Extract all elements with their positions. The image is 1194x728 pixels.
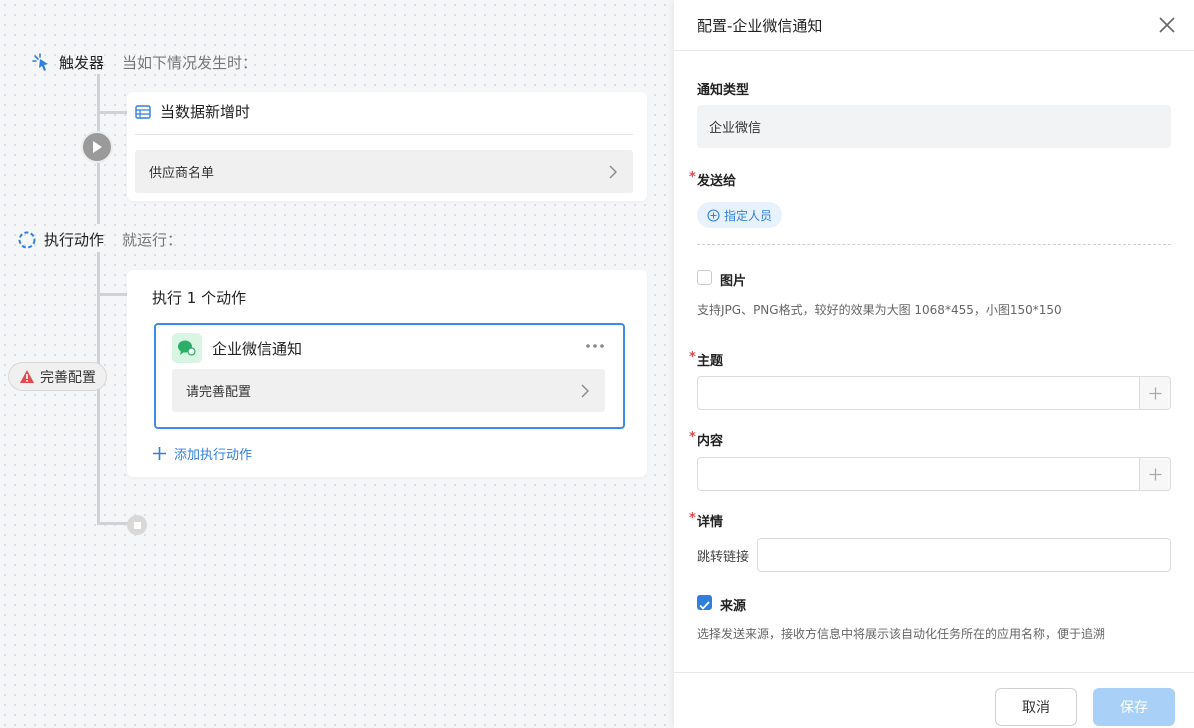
connector-line — [97, 522, 129, 525]
trigger-card-title: 当数据新增时 — [160, 103, 251, 121]
cancel-button[interactable]: 取消 — [995, 688, 1077, 726]
image-checkbox[interactable] — [697, 270, 712, 285]
assign-person-label: 指定人员 — [724, 208, 773, 223]
plus-icon — [152, 446, 167, 461]
image-hint: 支持JPG、PNG格式，较好的效果为大图 1068*455，小图150*150 — [697, 303, 1062, 317]
required-mark: * — [689, 430, 696, 445]
content-input[interactable] — [697, 457, 1171, 491]
content-label: 内容 — [697, 434, 724, 449]
plus-icon — [1149, 468, 1162, 481]
panel-footer: 取消 保存 — [674, 672, 1194, 728]
action-title: 执行动作 — [44, 231, 105, 249]
save-button[interactable]: 保存 — [1093, 688, 1175, 726]
jump-link-input[interactable] — [757, 538, 1171, 572]
subject-label: 主题 — [697, 354, 724, 369]
more-icon[interactable] — [585, 339, 605, 349]
connector-line — [97, 111, 127, 114]
play-icon — [91, 140, 103, 154]
trigger-label: 触发器 当如下情况发生时： — [32, 52, 257, 73]
notify-type-label: 通知类型 — [697, 83, 750, 98]
notify-type-value: 企业微信 — [697, 105, 1171, 148]
action-subtitle: 就运行： — [122, 231, 183, 249]
data-source-row[interactable]: 供应商名单 — [135, 150, 633, 193]
assign-person-button[interactable]: 指定人员 — [697, 202, 783, 228]
wechat-notify-title: 企业微信通知 — [212, 340, 303, 358]
divider — [135, 134, 633, 135]
required-mark: * — [689, 170, 696, 185]
loading-icon — [17, 230, 37, 250]
source-label: 来源 — [720, 599, 747, 614]
source-checkbox[interactable] — [697, 595, 712, 610]
data-source-label: 供应商名单 — [149, 166, 215, 181]
trigger-card[interactable]: 当数据新增时 供应商名单 — [127, 92, 647, 201]
complete-config-row-label: 请完善配置 — [186, 385, 252, 400]
plus-icon — [1149, 387, 1162, 400]
check-icon — [699, 598, 710, 610]
panel-title: 配置-企业微信通知 — [697, 16, 823, 35]
insert-field-button[interactable] — [1139, 458, 1170, 490]
required-mark: * — [689, 350, 696, 365]
subject-input[interactable] — [697, 376, 1171, 410]
connector-line — [97, 293, 127, 296]
chevron-right-icon — [609, 165, 619, 179]
insert-field-button[interactable] — [1139, 377, 1170, 409]
trigger-subtitle: 当如下情况发生时： — [122, 54, 258, 72]
plus-circle-icon — [707, 208, 720, 222]
complete-config-row[interactable]: 请完善配置 — [172, 369, 605, 412]
cursor-click-icon — [32, 52, 52, 73]
warning-icon — [19, 369, 35, 384]
close-icon[interactable] — [1158, 16, 1176, 34]
complete-config-badge[interactable]: 完善配置 — [8, 362, 107, 391]
required-mark: * — [689, 511, 696, 526]
end-node — [127, 515, 147, 535]
trigger-card-header: 当数据新增时 — [135, 101, 250, 122]
action-label: 执行动作 就运行： — [17, 229, 182, 250]
wechat-notify-action[interactable]: 企业微信通知 请完善配置 — [154, 323, 625, 429]
table-icon — [135, 104, 151, 120]
action-card-title: 执行 1 个动作 — [152, 289, 247, 307]
send-to-label: 发送给 — [697, 174, 737, 189]
config-panel: 配置-企业微信通知 通知类型 企业微信 * 发送给 指定人员 图片 支持JPG、… — [674, 0, 1194, 728]
detail-label: 详情 — [697, 515, 724, 530]
add-action-button[interactable]: 添加执行动作 — [152, 444, 252, 463]
notify-type-text: 企业微信 — [709, 121, 762, 136]
flow-canvas: 触发器 当如下情况发生时： 当数据新增时 供应商名单 执行动作 就运行： 完善配… — [0, 0, 674, 728]
panel-header: 配置-企业微信通知 — [674, 0, 1194, 51]
wechat-icon — [172, 333, 202, 363]
chevron-right-icon — [581, 384, 591, 398]
image-label: 图片 — [720, 274, 747, 289]
jump-link-label: 跳转链接 — [697, 550, 750, 565]
trigger-title: 触发器 — [59, 54, 105, 72]
run-button[interactable] — [81, 131, 113, 163]
add-action-label: 添加执行动作 — [174, 448, 253, 463]
complete-config-label: 完善配置 — [40, 369, 96, 386]
divider — [697, 244, 1171, 245]
source-hint: 选择发送来源，接收方信息中将展示该自动化任务所在的应用名称，便于追溯 — [697, 627, 1106, 641]
